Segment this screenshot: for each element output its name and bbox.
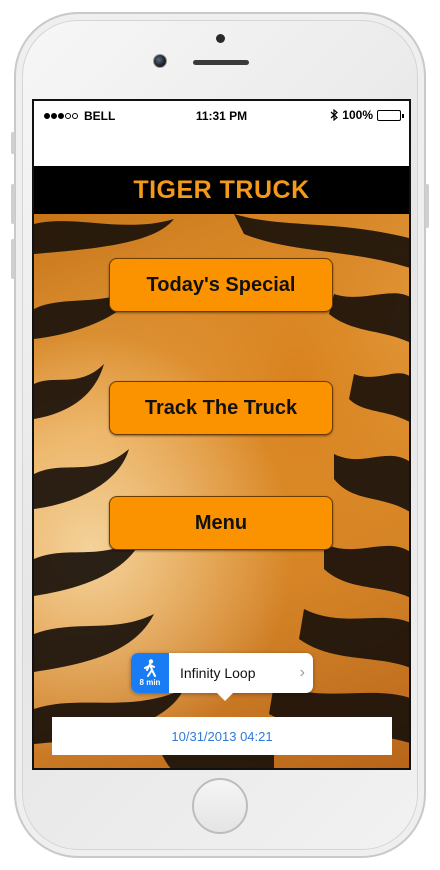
app-title: TIGER TRUCK — [133, 175, 310, 204]
bluetooth-icon — [330, 109, 339, 121]
status-bar: BELL 11:31 PM 100% — [34, 101, 409, 131]
timestamp: 10/31/2013 04:21 — [171, 728, 273, 744]
earpiece-speaker — [193, 60, 249, 65]
app-header: TIGER TRUCK — [34, 166, 409, 214]
volume-up-button — [11, 184, 15, 224]
battery-percent: 100% — [342, 108, 373, 122]
status-right: 100% — [330, 108, 404, 122]
battery-icon — [377, 109, 404, 121]
home-button[interactable] — [192, 778, 248, 834]
screen: BELL 11:31 PM 100% TIGER TRUCK Today's S… — [32, 99, 411, 770]
walking-person-icon — [144, 659, 156, 677]
walk-directions[interactable]: 8 min — [131, 653, 169, 693]
timestamp-bar: 10/31/2013 04:21 — [52, 717, 392, 755]
chevron-right-icon[interactable]: › — [300, 664, 305, 682]
proximity-sensor — [216, 34, 225, 43]
todays-special-button[interactable]: Today's Special — [109, 258, 333, 312]
power-button — [425, 184, 429, 228]
walk-time: 8 min — [139, 678, 161, 687]
mute-switch — [11, 132, 15, 154]
menu-button[interactable]: Menu — [109, 496, 333, 550]
map-location-callout[interactable]: 8 min Infinity Loop › — [131, 653, 313, 701]
track-the-truck-button[interactable]: Track The Truck — [109, 381, 333, 435]
volume-down-button — [11, 239, 15, 279]
location-name: Infinity Loop — [180, 665, 256, 681]
front-camera — [153, 54, 167, 68]
